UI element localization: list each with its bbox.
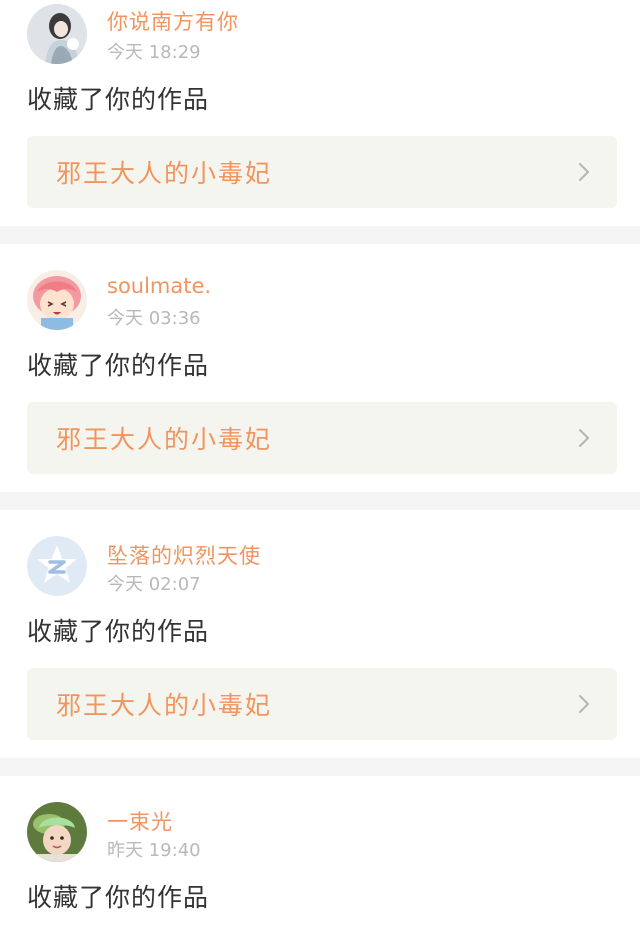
notification-item: soulmate. 今天 03:36 收藏了你的作品 邪王大人的小毒妃 [0, 244, 640, 474]
action-text: 收藏了你的作品 [27, 617, 210, 646]
section-divider [0, 226, 640, 244]
timestamp: 今天 02:07 [107, 570, 201, 596]
work-link[interactable]: 邪王大人的小毒妃 [27, 402, 617, 474]
notification-item: 坠落的炽烈天使 今天 02:07 收藏了你的作品 邪王大人的小毒妃 [0, 510, 640, 740]
user-avatar[interactable] [27, 270, 87, 330]
timestamp: 昨天 19:40 [107, 836, 201, 862]
chevron-right-icon [579, 695, 589, 713]
user-avatar[interactable] [27, 4, 87, 64]
section-divider [0, 492, 640, 510]
work-title: 邪王大人的小毒妃 [56, 159, 273, 188]
time-day: 今天 [107, 42, 143, 63]
work-link[interactable]: 邪王大人的小毒妃 [27, 136, 617, 208]
chevron-right-icon [579, 429, 589, 447]
notification-header: 你说南方有你 今天 18:29 [0, 0, 640, 86]
username[interactable]: 坠落的炽烈天使 [107, 540, 261, 570]
time-clock: 03:36 [148, 308, 201, 329]
notification-header: soulmate. 今天 03:36 [0, 244, 640, 330]
work-link[interactable]: 邪王大人的小毒妃 [27, 668, 617, 740]
timestamp: 今天 03:36 [107, 304, 201, 330]
girl-portrait-avatar-icon [27, 4, 87, 64]
notification-header: 一束光 昨天 19:40 [0, 776, 640, 862]
time-day: 昨天 [107, 840, 143, 861]
user-avatar[interactable] [27, 802, 87, 862]
username[interactable]: 你说南方有你 [107, 6, 239, 36]
chevron-right-icon [579, 163, 589, 181]
user-avatar[interactable] [27, 536, 87, 596]
notification-feed: 你说南方有你 今天 18:29 收藏了你的作品 邪王大人的小毒妃 soulmat… [0, 0, 640, 914]
time-clock: 02:07 [148, 574, 201, 595]
timestamp: 今天 18:29 [107, 38, 201, 64]
default-star-avatar-icon [27, 536, 87, 596]
time-clock: 18:29 [148, 42, 201, 63]
time-clock: 19:40 [148, 840, 201, 861]
action-text: 收藏了你的作品 [27, 351, 210, 380]
work-title: 邪王大人的小毒妃 [56, 425, 273, 454]
username[interactable]: 一束光 [107, 806, 173, 836]
anime-girl-avatar-icon [27, 270, 87, 330]
work-title: 邪王大人的小毒妃 [56, 691, 273, 720]
section-divider [0, 758, 640, 776]
time-day: 今天 [107, 574, 143, 595]
child-photo-avatar-icon [27, 802, 87, 862]
time-day: 今天 [107, 308, 143, 329]
notification-item: 一束光 昨天 19:40 收藏了你的作品 [0, 776, 640, 914]
notification-header: 坠落的炽烈天使 今天 02:07 [0, 510, 640, 596]
notification-item: 你说南方有你 今天 18:29 收藏了你的作品 邪王大人的小毒妃 [0, 0, 640, 226]
username[interactable]: soulmate. [107, 274, 211, 298]
action-text: 收藏了你的作品 [27, 883, 210, 912]
action-text: 收藏了你的作品 [27, 85, 210, 114]
